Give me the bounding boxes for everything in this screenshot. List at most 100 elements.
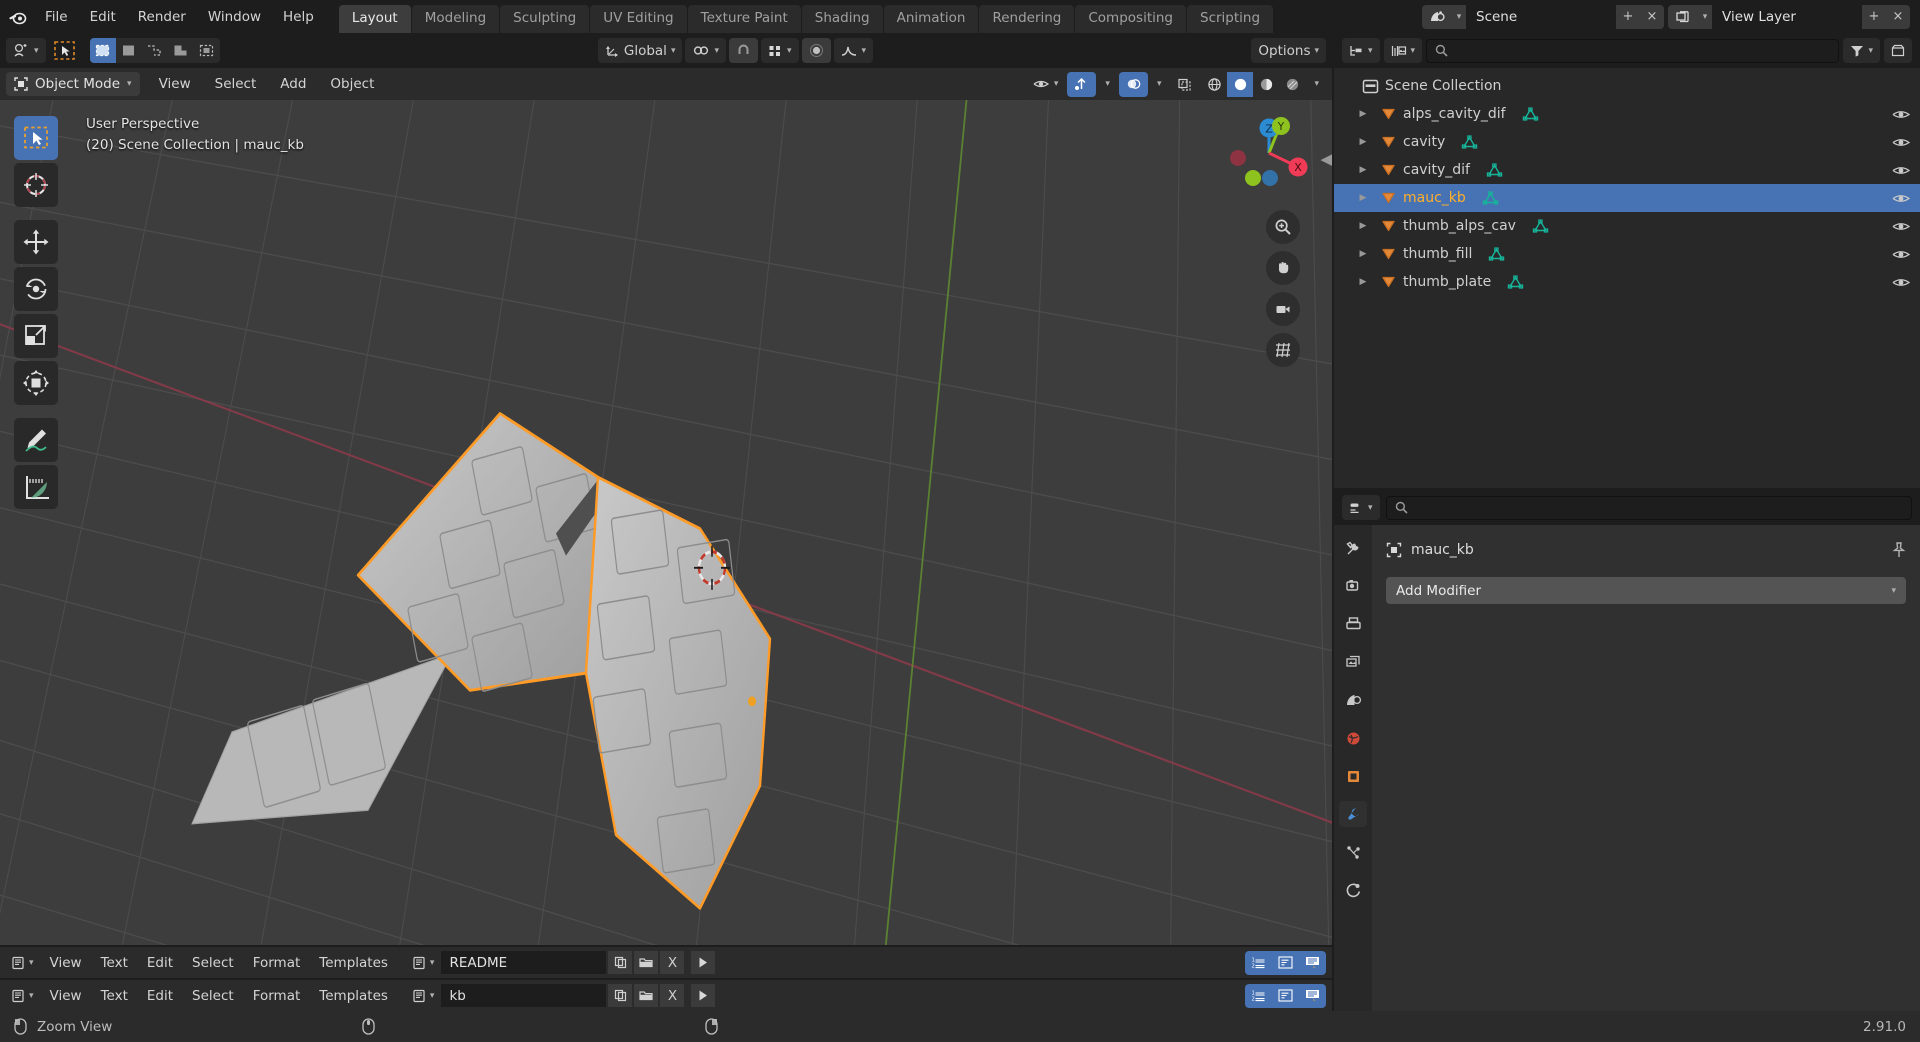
editor-type-dropdown-1[interactable]: ▾ xyxy=(6,951,39,974)
line-numbers-icon-1[interactable]: 12 xyxy=(1245,950,1272,975)
visibility-eye-icon[interactable] xyxy=(1892,192,1910,205)
rotate-icon[interactable] xyxy=(14,267,58,311)
run-script-icon-2[interactable] xyxy=(691,984,716,1007)
viewport-options-dropdown[interactable]: Options ▾ xyxy=(1251,38,1327,63)
text-editor-1-menu-select[interactable]: Select xyxy=(183,952,243,974)
select-circle-icon[interactable] xyxy=(116,38,142,63)
visibility-eye-icon[interactable] xyxy=(1892,220,1910,233)
outliner-display-mode-dropdown[interactable]: ▾ xyxy=(1342,38,1380,63)
disclosure-triangle-icon[interactable]: ▶ xyxy=(1352,249,1374,259)
syntax-highlight-icon-1[interactable] xyxy=(1299,950,1326,975)
move-icon[interactable] xyxy=(14,220,58,264)
physics-icon[interactable] xyxy=(1339,877,1367,903)
visibility-dropdown[interactable]: ▾ xyxy=(1025,71,1066,97)
mesh-data-icon[interactable] xyxy=(1522,106,1539,122)
3d-viewport[interactable]: User Perspective (20) Scene Collection |… xyxy=(0,100,1332,945)
text-editor-2-menu-edit[interactable]: Edit xyxy=(138,985,182,1007)
disclosure-triangle-icon[interactable]: ▶ xyxy=(1352,221,1374,231)
text-editor-1-menu-view[interactable]: View xyxy=(41,952,91,974)
shading-dropdown[interactable]: ▾ xyxy=(1307,71,1326,97)
topbar-menu-file[interactable]: File xyxy=(34,5,79,29)
text-editor-1-menu-templates[interactable]: Templates xyxy=(310,952,397,974)
outliner-item-cavity_dif[interactable]: ▶ cavity_dif xyxy=(1334,156,1920,184)
snap-target-dropdown[interactable]: ▾ xyxy=(761,38,799,63)
transform-orientation-dropdown[interactable]: Global ▾ xyxy=(597,38,683,63)
viewport-menu-add[interactable]: Add xyxy=(269,72,317,96)
workspace-tab-shading[interactable]: Shading xyxy=(801,5,883,33)
mesh-data-icon[interactable] xyxy=(1488,246,1505,262)
scene-selector[interactable]: ▾ Scene + × xyxy=(1422,4,1664,29)
duplicate-icon-2[interactable] xyxy=(608,984,633,1007)
viewport-menu-select[interactable]: Select xyxy=(204,72,268,96)
shading-mode-segmented[interactable] xyxy=(1201,71,1306,97)
add-modifier-dropdown[interactable]: Add Modifier ▾ xyxy=(1386,577,1906,604)
hand-pan-icon[interactable] xyxy=(1266,251,1300,285)
object-props-icon[interactable] xyxy=(1339,763,1367,789)
particles-icon[interactable] xyxy=(1339,839,1367,865)
overlays-toggle-button[interactable] xyxy=(1118,71,1148,97)
cursor-icon[interactable] xyxy=(14,163,58,207)
select-box-icon[interactable] xyxy=(89,38,116,63)
editor-type-dropdown-2[interactable]: ▾ xyxy=(6,984,39,1007)
text-display-toggles-2[interactable]: 12 xyxy=(1245,983,1326,1008)
tool-icon[interactable] xyxy=(1339,535,1367,561)
mesh-data-icon[interactable] xyxy=(1482,190,1499,206)
view-layer-name-field[interactable]: View Layer xyxy=(1712,4,1862,29)
text-editor-1-menu-edit[interactable]: Edit xyxy=(138,952,182,974)
select-invert-icon[interactable] xyxy=(194,38,220,63)
camera-icon[interactable] xyxy=(1266,292,1300,326)
shading-material-icon[interactable] xyxy=(1253,72,1279,97)
transform-icon[interactable] xyxy=(14,361,58,405)
disclosure-triangle-icon[interactable]: ▶ xyxy=(1352,165,1374,175)
outliner-filter-collection-dropdown[interactable]: ▾ xyxy=(1383,38,1423,63)
pivot-point-dropdown[interactable]: ▾ xyxy=(685,38,726,63)
sidebar-expand-arrow-icon[interactable]: ◀ xyxy=(1320,150,1332,168)
mesh-data-icon[interactable] xyxy=(1461,134,1478,150)
outliner-root-row[interactable]: ▶ Scene Collection xyxy=(1334,72,1920,100)
text-editor-2-menu-format[interactable]: Format xyxy=(244,985,310,1007)
workspace-tab-compositing[interactable]: Compositing xyxy=(1075,5,1186,33)
workspace-tab-scripting[interactable]: Scripting xyxy=(1187,5,1274,33)
modifier-wrench-icon[interactable] xyxy=(1339,801,1367,827)
workspace-tab-uv-editing[interactable]: UV Editing xyxy=(590,5,687,33)
zoom-icon[interactable] xyxy=(1266,210,1300,244)
outliner-item-mauc_kb[interactable]: ▶ mauc_kb xyxy=(1334,184,1920,212)
outliner-item-cavity[interactable]: ▶ cavity xyxy=(1334,128,1920,156)
workspace-tab-modeling[interactable]: Modeling xyxy=(411,5,500,33)
navigation-gizmo[interactable]: Z Y X xyxy=(1226,110,1312,196)
xray-toggle-button[interactable] xyxy=(1170,71,1200,97)
shading-rendered-icon[interactable] xyxy=(1279,72,1305,97)
properties-editor-type-dropdown[interactable]: ▾ xyxy=(1342,495,1380,520)
outliner-item-alps_cavity_dif[interactable]: ▶ alps_cavity_dif xyxy=(1334,100,1920,128)
outliner-search-input[interactable] xyxy=(1426,38,1840,63)
scene-props-icon[interactable] xyxy=(1339,687,1367,713)
magnet-icon[interactable] xyxy=(729,38,758,63)
active-tool-button[interactable]: ▾ xyxy=(6,38,46,63)
world-icon[interactable] xyxy=(1339,725,1367,751)
outliner-item-thumb_fill[interactable]: ▶ thumb_fill xyxy=(1334,240,1920,268)
view-layer-props-icon[interactable] xyxy=(1339,649,1367,675)
select-mode-segmented[interactable] xyxy=(89,38,220,63)
overlays-dropdown[interactable]: ▾ xyxy=(1149,71,1169,97)
scale-icon[interactable] xyxy=(14,314,58,358)
gizmo-dropdown[interactable]: ▾ xyxy=(1098,71,1117,97)
proportional-edit-icon[interactable] xyxy=(801,38,831,63)
view-layer-icon[interactable] xyxy=(1668,4,1698,29)
visibility-eye-icon[interactable] xyxy=(1892,164,1910,177)
scene-icon[interactable] xyxy=(1422,4,1452,29)
render-icon[interactable] xyxy=(1339,573,1367,599)
text-datablock-dropdown-1[interactable]: ▾ xyxy=(406,951,440,974)
shading-solid-icon[interactable] xyxy=(1227,71,1254,97)
measure-icon[interactable] xyxy=(14,465,58,509)
view-layer-new-button[interactable]: + xyxy=(1862,4,1886,29)
open-folder-icon-1[interactable] xyxy=(634,951,659,974)
run-script-icon-1[interactable] xyxy=(691,951,716,974)
gizmo-toggle-button[interactable] xyxy=(1067,71,1097,97)
text-display-toggles-1[interactable]: 12 xyxy=(1245,950,1326,975)
pin-icon[interactable] xyxy=(1892,542,1906,558)
blender-logo-icon[interactable] xyxy=(0,7,34,27)
text-editor-2-menu-templates[interactable]: Templates xyxy=(310,985,397,1007)
disclosure-triangle-icon[interactable]: ▶ xyxy=(1352,277,1374,287)
text-datablock-dropdown-2[interactable]: ▾ xyxy=(406,984,440,1007)
duplicate-icon-1[interactable] xyxy=(608,951,633,974)
